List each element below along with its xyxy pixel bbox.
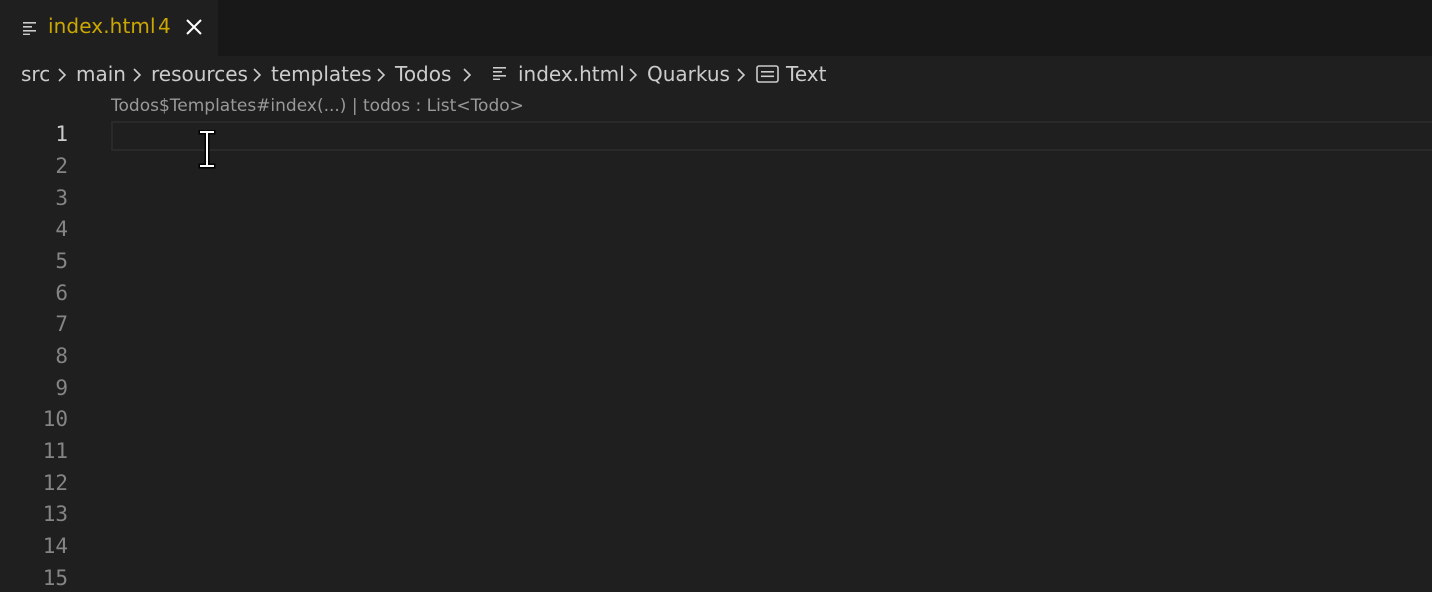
line-number: 6 bbox=[55, 281, 68, 305]
chevron-right-icon bbox=[376, 67, 386, 87]
line-number: 7 bbox=[55, 312, 68, 336]
lines-icon bbox=[493, 66, 507, 86]
line-number: 8 bbox=[55, 344, 68, 368]
close-icon[interactable] bbox=[184, 17, 204, 41]
breadcrumb-item-resources[interactable]: resources bbox=[151, 62, 248, 86]
line-number: 12 bbox=[42, 471, 68, 495]
tab-index-html[interactable]: index.html 4 bbox=[0, 0, 218, 56]
chevron-right-icon bbox=[252, 67, 262, 87]
line-number: 15 bbox=[42, 566, 68, 590]
codelens[interactable]: Todos$Templates#index(...) | todos : Lis… bbox=[111, 96, 524, 116]
line-number: 13 bbox=[42, 502, 68, 526]
line-number: 2 bbox=[55, 154, 68, 178]
tab-label: index.html bbox=[48, 14, 156, 38]
line-number: 3 bbox=[55, 186, 68, 210]
breadcrumb-item-templates[interactable]: templates bbox=[271, 62, 372, 86]
lines-icon bbox=[23, 20, 37, 39]
chevron-right-icon bbox=[132, 67, 142, 87]
breadcrumb-item-text[interactable]: Text bbox=[786, 62, 826, 86]
line-number: 1 bbox=[55, 122, 68, 146]
breadcrumb-item-todos[interactable]: Todos bbox=[395, 62, 451, 86]
breadcrumb-item-index-html[interactable]: index.html bbox=[518, 62, 625, 86]
line-number: 11 bbox=[42, 439, 68, 463]
text-cursor-icon bbox=[198, 129, 216, 174]
problem-count-badge: 4 bbox=[158, 14, 171, 38]
line-number: 14 bbox=[42, 534, 68, 558]
chevron-right-icon bbox=[57, 67, 67, 87]
breadcrumb-item-src[interactable]: src bbox=[21, 62, 50, 86]
editor-text-area[interactable] bbox=[111, 118, 1432, 592]
line-number: 4 bbox=[55, 217, 68, 241]
text-symbol-icon bbox=[756, 65, 779, 87]
line-number: 9 bbox=[55, 376, 68, 400]
tab-bar: index.html 4 bbox=[0, 0, 1432, 56]
chevron-right-icon bbox=[736, 67, 746, 87]
breadcrumb-item-main[interactable]: main bbox=[76, 62, 126, 86]
line-number: 5 bbox=[55, 249, 68, 273]
breadcrumb-item-quarkus[interactable]: Quarkus bbox=[647, 62, 730, 86]
line-number: 10 bbox=[42, 407, 68, 431]
chevron-right-icon bbox=[462, 67, 472, 87]
chevron-right-icon bbox=[628, 67, 638, 87]
